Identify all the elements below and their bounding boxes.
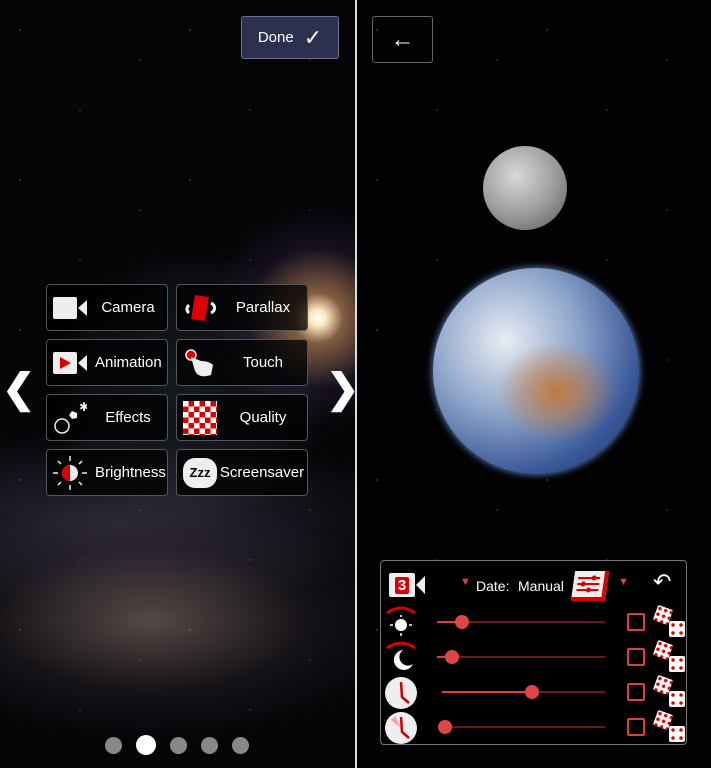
done-button[interactable]: Done ✓	[241, 16, 339, 59]
effects-sparkle-icon: ✱	[53, 401, 87, 434]
date-dropdown-left-arrow[interactable]: ▼	[460, 576, 471, 588]
sun-brightness-slider[interactable]	[437, 615, 605, 629]
tile-label: Screensaver	[219, 464, 305, 481]
time-random-checkbox[interactable]	[627, 683, 645, 701]
next-page-arrow[interactable]: ❯	[326, 366, 355, 412]
dice-random-icon	[652, 604, 687, 639]
sun-brightness-icon	[385, 605, 417, 639]
reset-undo-icon[interactable]: ↶	[653, 569, 671, 595]
slider-row-sun	[381, 604, 687, 639]
tile-screensaver[interactable]: Zzz Screensaver	[176, 449, 308, 496]
tile-quality[interactable]: Quality	[176, 394, 308, 441]
dice-random-icon	[652, 674, 687, 709]
slider-fill	[442, 691, 532, 693]
tile-label: Brightness	[95, 464, 166, 481]
tile-label: Animation	[95, 354, 162, 371]
tile-label: Camera	[101, 299, 155, 316]
back-arrow-icon: ←	[390, 25, 415, 53]
date-mode-value[interactable]: Manual	[518, 578, 564, 594]
slider-thumb[interactable]	[524, 685, 539, 699]
previous-page-arrow[interactable]: ❮	[2, 366, 36, 412]
moon	[483, 146, 567, 230]
brightness-icon	[53, 455, 87, 490]
time-speed-random-checkbox[interactable]	[627, 718, 645, 736]
checkmark-icon: ✓	[303, 24, 323, 50]
date-dropdown-right-arrow[interactable]: ▼	[618, 576, 629, 588]
time-speed-slider[interactable]	[438, 720, 605, 734]
clock-icon	[385, 677, 417, 709]
svg-text:✱: ✱	[79, 401, 87, 414]
moon-brightness-slider[interactable]	[437, 650, 605, 664]
zzz-sleep-icon: Zzz	[183, 457, 217, 488]
tile-camera[interactable]: Camera	[46, 284, 168, 331]
dice-random-icon	[652, 709, 687, 744]
tile-label: Touch	[242, 354, 284, 371]
tile-label: Parallax	[235, 299, 291, 316]
tile-animation[interactable]: Animation	[46, 339, 168, 386]
slider-row-moon	[381, 639, 687, 674]
settings-grid: Camera Parallax Animation Touch ✱ Effects…	[46, 284, 308, 496]
tile-brightness[interactable]: Brightness	[46, 449, 168, 496]
touch-hand-icon	[183, 348, 217, 378]
date-settings-icon[interactable]	[570, 571, 610, 601]
slider-thumb[interactable]	[438, 720, 453, 734]
settings-menu-panel: Done ✓ Camera Parallax Animation Touch ✱ E…	[0, 0, 355, 768]
sun-random-checkbox[interactable]	[627, 613, 645, 631]
tile-parallax[interactable]: Parallax	[176, 284, 308, 331]
camera-number: 3	[394, 576, 410, 594]
tile-label: Effects	[105, 409, 151, 426]
page-indicator	[105, 735, 249, 755]
camera-3-icon[interactable]: 3	[389, 573, 425, 599]
clock-speed-icon	[385, 712, 417, 744]
controls-panel: 3 ▼ Date: Manual ▼ ↶	[380, 560, 687, 745]
slider-thumb[interactable]	[445, 650, 460, 664]
done-label: Done	[257, 29, 294, 46]
time-slider[interactable]	[442, 685, 605, 699]
slider-row-time	[381, 674, 687, 709]
page-dot[interactable]	[105, 736, 122, 754]
moon-random-checkbox[interactable]	[627, 648, 645, 666]
quality-checker-icon	[183, 400, 217, 435]
slider-thumb[interactable]	[455, 615, 470, 629]
tile-effects[interactable]: ✱ Effects	[46, 394, 168, 441]
slider-row-time-speed	[381, 709, 687, 744]
tile-label: Quality	[239, 409, 287, 426]
page-dot-active[interactable]	[136, 735, 156, 755]
page-dot[interactable]	[201, 736, 218, 754]
page-dot[interactable]	[170, 736, 187, 754]
parallax-rotate-icon	[183, 293, 217, 323]
earth	[433, 268, 639, 474]
moon-brightness-icon	[385, 640, 417, 674]
date-label: Date:	[476, 578, 510, 594]
animation-play-camera-icon	[53, 348, 87, 378]
dice-random-icon	[652, 639, 687, 674]
tile-touch[interactable]: Touch	[176, 339, 308, 386]
page-dot[interactable]	[232, 736, 249, 754]
back-button[interactable]: ←	[372, 16, 433, 63]
video-camera-icon	[53, 293, 87, 323]
